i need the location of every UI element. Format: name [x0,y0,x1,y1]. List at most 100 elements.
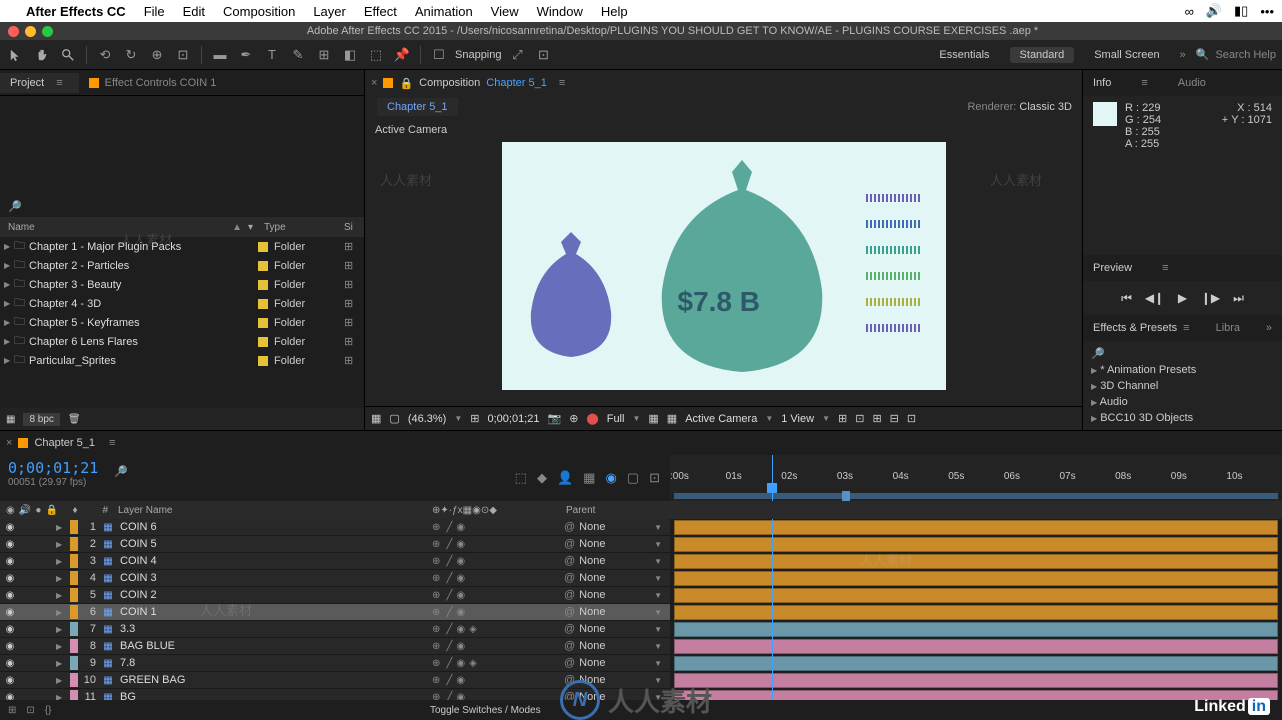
label-color[interactable] [70,622,78,636]
zoom-dd-icon[interactable]: ▼ [454,414,462,423]
layer-switches[interactable]: ⊕╱◉◈ [432,624,560,635]
pickwhip-icon[interactable]: @ [564,538,575,550]
label-color[interactable] [70,673,78,687]
eraser-tool-icon[interactable]: ◧ [340,45,360,65]
text-tool-icon[interactable]: T [262,45,282,65]
layer-switches[interactable]: ⊕╱◉ [432,675,560,686]
col-visibility-icon[interactable]: ◉ [6,505,15,516]
panel-menu-icon[interactable]: ≡ [50,77,68,89]
expand-icon[interactable]: ▶ [56,608,70,617]
effects-category[interactable]: ▶ BCC10 3D Objects [1091,410,1274,426]
layer-bar[interactable] [674,605,1278,620]
layer-switches[interactable]: ⊕╱◉ [432,590,560,601]
layer-bar[interactable] [674,520,1278,535]
layer-row[interactable]: ◉▶8▦BAG BLUE⊕╱◉@None▼ [0,638,1282,655]
col-size[interactable]: Si [344,222,364,233]
layer-row[interactable]: ◉▶5▦COIN 2⊕╱◉@None▼ [0,587,1282,604]
vf2-icon[interactable]: ⊡ [855,412,864,425]
layer-name[interactable]: BG [116,691,432,700]
next-frame-button[interactable]: ❙▶ [1204,291,1218,305]
layer-name[interactable]: 3.3 [116,623,432,635]
layer-switches[interactable]: ⊕╱◉ [432,573,560,584]
parent-value[interactable]: None [579,572,605,584]
grid-icon[interactable]: ▢ [389,412,399,425]
window-close-icon[interactable] [8,26,19,37]
visibility-toggle[interactable]: ◉ [0,675,20,686]
vf3-icon[interactable]: ⊞ [872,412,881,425]
effects-category[interactable]: ▶ Audio [1091,394,1274,410]
layer-name[interactable]: COIN 3 [116,572,432,584]
vf5-icon[interactable]: ⊡ [907,412,916,425]
zoom-tool-icon[interactable] [58,45,78,65]
info-tab[interactable]: Info [1093,77,1111,89]
expand-icon[interactable]: ▶ [56,625,70,634]
label-color-icon[interactable] [258,299,268,309]
layer-bar[interactable] [674,554,1278,569]
zoom-value[interactable]: (46.3%) [408,413,447,425]
status-icon[interactable]: ∞ [1185,4,1194,19]
snap-opt2-icon[interactable]: ⊡ [534,45,554,65]
prev-frame-button[interactable]: ◀❙ [1148,291,1162,305]
layer-name[interactable]: COIN 1 [116,606,432,618]
resolution-value[interactable]: Full [607,413,625,425]
project-item[interactable]: ▶🗀Chapter 3 - BeautyFolder⊞ [0,275,364,294]
layer-name[interactable]: COIN 4 [116,555,432,567]
app-name[interactable]: After Effects CC [26,4,126,19]
col-lock-icon[interactable]: 🔒 [46,505,58,516]
comp-panel-menu-icon[interactable]: ≡ [553,77,571,89]
expand-icon[interactable]: ▶ [56,642,70,651]
layer-bar[interactable] [674,656,1278,671]
menu-layer[interactable]: Layer [313,4,346,19]
effect-controls-tab[interactable]: Effect Controls COIN 1 [79,73,227,93]
brush-tool-icon[interactable]: ✎ [288,45,308,65]
layer-row[interactable]: ◉▶3▦COIN 4⊕╱◉@None▼ [0,553,1282,570]
workspace-more-icon[interactable]: » [1180,49,1186,61]
visibility-toggle[interactable]: ◉ [0,539,20,550]
expand-icon[interactable]: ▶ [56,659,70,668]
timeline-ruler-area[interactable]: :00s01s02s03s04s05s06s07s08s09s10s [670,455,1282,501]
timecode-display[interactable]: 0;00;01;21 [487,413,539,425]
rotate-tool-icon[interactable]: ↻ [121,45,141,65]
pickwhip-icon[interactable]: @ [564,589,575,601]
pen-tool-icon[interactable]: ✒ [236,45,256,65]
flowchart-icon[interactable]: ⊞ [344,240,364,253]
libraries-tab[interactable]: Libra [1216,322,1240,334]
parent-value[interactable]: None [579,589,605,601]
workspace-standard[interactable]: Standard [1010,47,1075,63]
preview-tab[interactable]: Preview [1093,262,1132,274]
volume-icon[interactable]: 🔊 [1206,3,1222,19]
layer-name[interactable]: GREEN BAG [116,674,432,686]
parent-dd-icon[interactable]: ▼ [654,625,670,634]
tl-draft3d-icon[interactable]: ◆ [537,470,547,486]
label-color-icon[interactable] [258,261,268,271]
expand-icon[interactable]: ▶ [1091,398,1097,407]
label-color-icon[interactable] [258,318,268,328]
col-label-icon[interactable]: ♦ [72,505,77,516]
tl-foot-icon1[interactable]: ⊞ [8,705,16,716]
flowchart-icon[interactable]: ⊞ [344,259,364,272]
pickwhip-icon[interactable]: @ [564,657,575,669]
tl-brain-icon[interactable]: ⊡ [649,470,660,486]
visibility-toggle[interactable]: ◉ [0,590,20,601]
pickwhip-icon[interactable]: @ [564,606,575,618]
workspace-essentials[interactable]: Essentials [929,47,999,63]
close-comp-icon[interactable]: × [371,77,377,89]
menu-animation[interactable]: Animation [415,4,473,19]
label-color-icon[interactable] [258,356,268,366]
tl-foot-icon2[interactable]: ⊡ [26,705,34,716]
flowchart-icon[interactable]: ⊞ [344,335,364,348]
timeline-search[interactable]: 🔎 [106,455,514,501]
layer-name[interactable]: COIN 2 [116,589,432,601]
puppet-tool-icon[interactable]: 📌 [392,45,412,65]
expand-icon[interactable]: ▶ [1091,382,1097,391]
expand-icon[interactable]: ▶ [4,280,14,289]
rect-tool-icon[interactable]: ▬ [210,45,230,65]
window-zoom-icon[interactable] [42,26,53,37]
col-parent[interactable]: Parent [560,505,670,516]
project-item[interactable]: ▶🗀Chapter 4 - 3DFolder⊞ [0,294,364,313]
label-color[interactable] [70,537,78,551]
expand-icon[interactable]: ▶ [1091,366,1097,375]
layer-row[interactable]: ◉▶7▦3.3⊕╱◉◈@None▼ [0,621,1282,638]
label-color-icon[interactable] [258,337,268,347]
expand-icon[interactable]: ▶ [4,299,14,308]
